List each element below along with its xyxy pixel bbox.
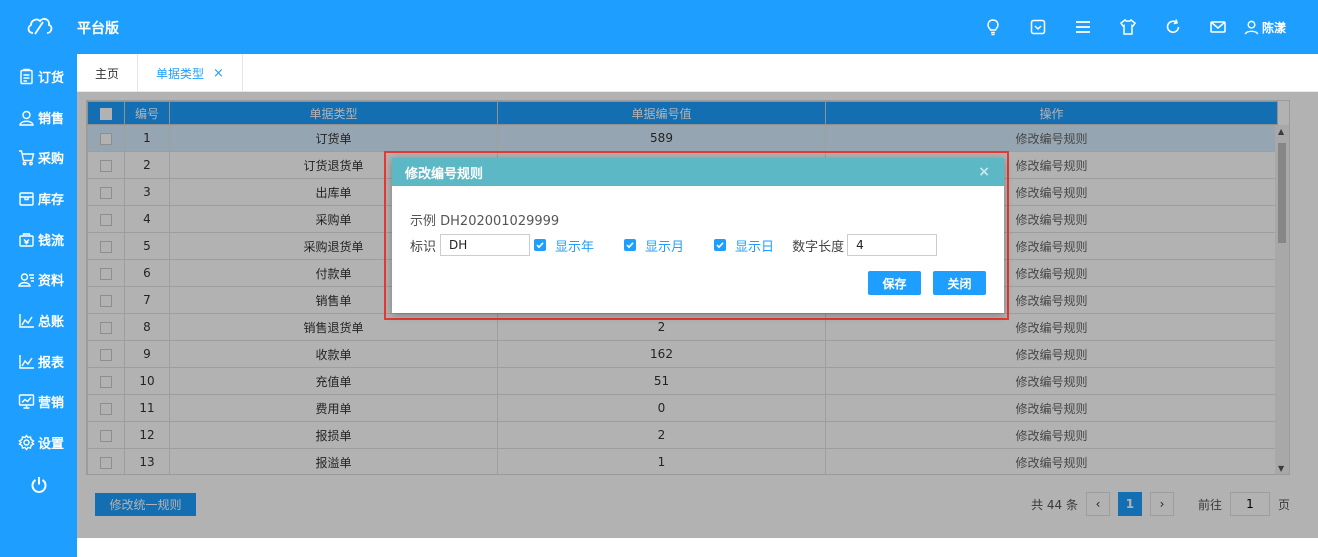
refresh-icon[interactable] <box>1151 0 1196 54</box>
bottom-strip <box>77 538 1318 557</box>
save-button[interactable]: 保存 <box>868 271 921 295</box>
sidebar-item-order[interactable]: 订货 <box>0 56 77 97</box>
bulb-icon[interactable] <box>971 0 1016 54</box>
checkbox-checked-icon <box>714 239 727 251</box>
checkbox-label: 显示年 <box>555 239 595 255</box>
sidebar-item-cashflow[interactable]: 钱流 <box>0 219 77 260</box>
mail-icon[interactable] <box>1196 0 1241 54</box>
tab-label: 主页 <box>95 66 120 81</box>
digit-length-input[interactable] <box>847 234 938 256</box>
power-button[interactable] <box>0 463 77 495</box>
rule-form-row: 标识 显示年 显示月 显示日 数字长度 <box>410 234 938 256</box>
cloud-logo-icon[interactable] <box>24 13 54 41</box>
contacts-icon <box>18 273 34 287</box>
dialog-title: 修改编号规则 <box>405 166 484 182</box>
prefix-label: 标识 <box>410 239 437 255</box>
sidebar: 订货 销售 采购 库存 钱流 资料 总账 报表 营销 设置 <box>0 54 77 557</box>
show-year-checkbox[interactable]: 显示年 <box>534 236 594 255</box>
shirt-icon[interactable] <box>1106 0 1151 54</box>
tab-label: 单据类型 <box>156 66 205 81</box>
tab-document-types[interactable]: 单据类型 × <box>138 54 243 92</box>
top-bar: 平台版 陈漾 <box>0 0 1318 54</box>
sidebar-item-label: 钱流 <box>38 233 65 249</box>
sidebar-item-label: 订货 <box>38 70 65 86</box>
cart-icon <box>19 150 35 166</box>
sidebar-item-label: 库存 <box>38 192 65 208</box>
prefix-input[interactable] <box>440 234 531 256</box>
clipboard-icon <box>20 68 33 85</box>
tab-bar: 主页 单据类型 × <box>77 54 1318 92</box>
sidebar-item-label: 设置 <box>38 437 65 453</box>
sidebar-item-marketing[interactable]: 营销 <box>0 382 77 423</box>
sidebar-item-reports[interactable]: 报表 <box>0 341 77 382</box>
close-tab-icon[interactable]: × <box>213 66 224 81</box>
power-icon <box>31 476 46 493</box>
gear-icon <box>18 434 35 451</box>
sidebar-item-label: 采购 <box>38 152 65 168</box>
sidebar-item-label: 营销 <box>38 396 65 412</box>
menu-icon[interactable] <box>1061 0 1106 54</box>
dropdown-box-icon[interactable] <box>1016 0 1061 54</box>
sidebar-item-label: 总账 <box>38 314 65 330</box>
sidebar-item-ledger[interactable]: 总账 <box>0 300 77 341</box>
sidebar-item-purchase[interactable]: 采购 <box>0 137 77 178</box>
sidebar-item-data[interactable]: 资料 <box>0 259 77 300</box>
line-chart-icon <box>19 354 34 369</box>
money-bag-icon <box>19 232 34 247</box>
sidebar-item-settings[interactable]: 设置 <box>0 422 77 463</box>
close-button[interactable]: 关闭 <box>933 271 986 295</box>
sidebar-item-inventory[interactable]: 库存 <box>0 178 77 219</box>
user-menu[interactable]: 陈漾 <box>1243 19 1286 36</box>
checkbox-checked-icon <box>624 239 637 251</box>
dialog-header: 修改编号规则 × <box>392 158 1004 186</box>
sidebar-item-label: 报表 <box>38 355 65 371</box>
sidebar-item-sales[interactable]: 销售 <box>0 97 77 138</box>
checkbox-label: 显示日 <box>735 239 775 255</box>
digit-length-label: 数字长度 <box>792 239 845 255</box>
brand-title: 平台版 <box>77 21 119 37</box>
sidebar-item-label: 销售 <box>38 111 65 127</box>
edit-numbering-rule-dialog: 修改编号规则 × 示例 DH202001029999 标识 显示年 显示月 显示… <box>392 158 1004 313</box>
area-chart-icon <box>19 313 34 328</box>
tab-home[interactable]: 主页 <box>77 54 139 92</box>
user-name: 陈漾 <box>1261 20 1286 35</box>
monitor-chart-icon <box>18 394 35 410</box>
user-icon <box>1244 20 1259 34</box>
user-icon <box>19 110 34 126</box>
show-day-checkbox[interactable]: 显示日 <box>714 236 774 255</box>
dialog-close-icon[interactable]: × <box>978 164 990 180</box>
sidebar-item-label: 资料 <box>38 274 65 290</box>
checkbox-label: 显示月 <box>645 239 685 255</box>
example-text: 示例 DH202001029999 <box>410 214 560 229</box>
show-month-checkbox[interactable]: 显示月 <box>624 236 684 255</box>
box-icon <box>19 192 34 206</box>
checkbox-checked-icon <box>534 239 547 251</box>
